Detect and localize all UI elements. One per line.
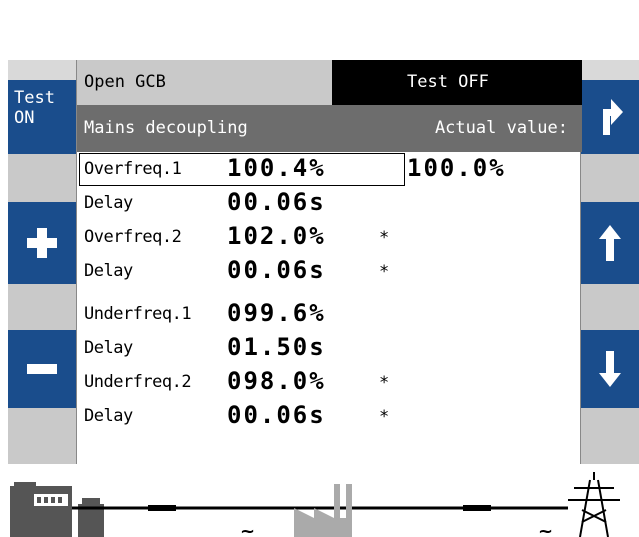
changed-marker: *: [379, 407, 390, 427]
param-label: Underfreq.2: [84, 372, 192, 392]
param-value: 102.0%: [227, 222, 326, 250]
test-on-button[interactable]: Test ON: [8, 80, 76, 154]
scroll-up-button[interactable]: [581, 202, 639, 284]
plus-button[interactable]: [8, 202, 76, 284]
changed-marker: *: [379, 262, 390, 282]
breaker-gcb: [148, 505, 176, 511]
param-label: Overfreq.2: [84, 227, 182, 247]
single-line-diagram: ~ ~: [8, 464, 639, 537]
param-label: Delay: [84, 261, 133, 281]
left-spacer-3: [8, 408, 76, 464]
mode-label: Open GCB: [77, 60, 332, 105]
param-row-delay1[interactable]: Delay 00.06s: [77, 186, 582, 220]
actual-value-label: Actual value:: [434, 118, 568, 138]
param-value: 00.06s: [227, 188, 326, 216]
section-header: Mains decoupling Actual value:: [77, 105, 582, 152]
load-icon: [78, 498, 104, 537]
right-spacer-2: [581, 284, 639, 330]
param-label: Underfreq.1: [84, 304, 192, 324]
scroll-down-button[interactable]: [581, 330, 639, 408]
param-row-delay3[interactable]: Delay 01.50s: [77, 331, 582, 365]
param-row-delay4[interactable]: Delay 00.06s *: [77, 399, 582, 433]
breaker-mcb: [463, 505, 491, 511]
right-spacer-3: [581, 408, 639, 464]
param-value: 00.06s: [227, 401, 326, 429]
param-value: 00.06s: [227, 256, 326, 284]
actual-value: 100.0%: [407, 154, 506, 182]
test-status: Test OFF: [332, 60, 582, 105]
param-label: Overfreq.1: [84, 159, 182, 179]
param-value: 098.0%: [227, 367, 326, 395]
plus-icon: [27, 228, 57, 258]
param-row-underfreq2[interactable]: Underfreq.2 098.0% *: [77, 365, 582, 399]
commit-button[interactable]: [581, 80, 639, 154]
minus-icon: [27, 364, 57, 374]
param-label: Delay: [84, 338, 133, 358]
param-value: 099.6%: [227, 299, 326, 327]
arrow-down-icon: [599, 351, 621, 387]
param-value: 01.50s: [227, 333, 326, 361]
changed-marker: *: [379, 228, 390, 248]
right-spacer-1: [581, 154, 639, 202]
arrow-up-icon: [599, 225, 621, 261]
param-row-overfreq1[interactable]: Overfreq.1 100.4% 100.0%: [77, 152, 582, 186]
generator-icon: [10, 482, 72, 537]
minus-button[interactable]: [8, 330, 76, 408]
settings-panel: Open GCB Test OFF Mains decoupling Actua…: [76, 60, 582, 464]
frequency-symbol-right: ~: [538, 521, 553, 537]
frequency-symbol-left: ~: [240, 521, 255, 537]
section-title: Mains decoupling: [84, 118, 248, 138]
param-row-delay2[interactable]: Delay 00.06s *: [77, 254, 582, 288]
left-spacer-2: [8, 284, 76, 330]
param-label: Delay: [84, 193, 133, 213]
arrow-up-right-icon: [603, 99, 623, 135]
param-label: Delay: [84, 406, 133, 426]
param-value: 100.4%: [227, 154, 326, 182]
test-label: Test: [14, 88, 55, 108]
left-spacer-1: [8, 154, 76, 202]
on-label: ON: [14, 108, 35, 128]
param-row-overfreq2[interactable]: Overfreq.2 102.0% *: [77, 220, 582, 254]
changed-marker: *: [379, 373, 390, 393]
factory-icon: [294, 484, 352, 537]
param-row-underfreq1[interactable]: Underfreq.1 099.6%: [77, 297, 582, 331]
top-header: Open GCB Test OFF: [77, 60, 582, 105]
grid-tower-icon: [568, 472, 620, 537]
